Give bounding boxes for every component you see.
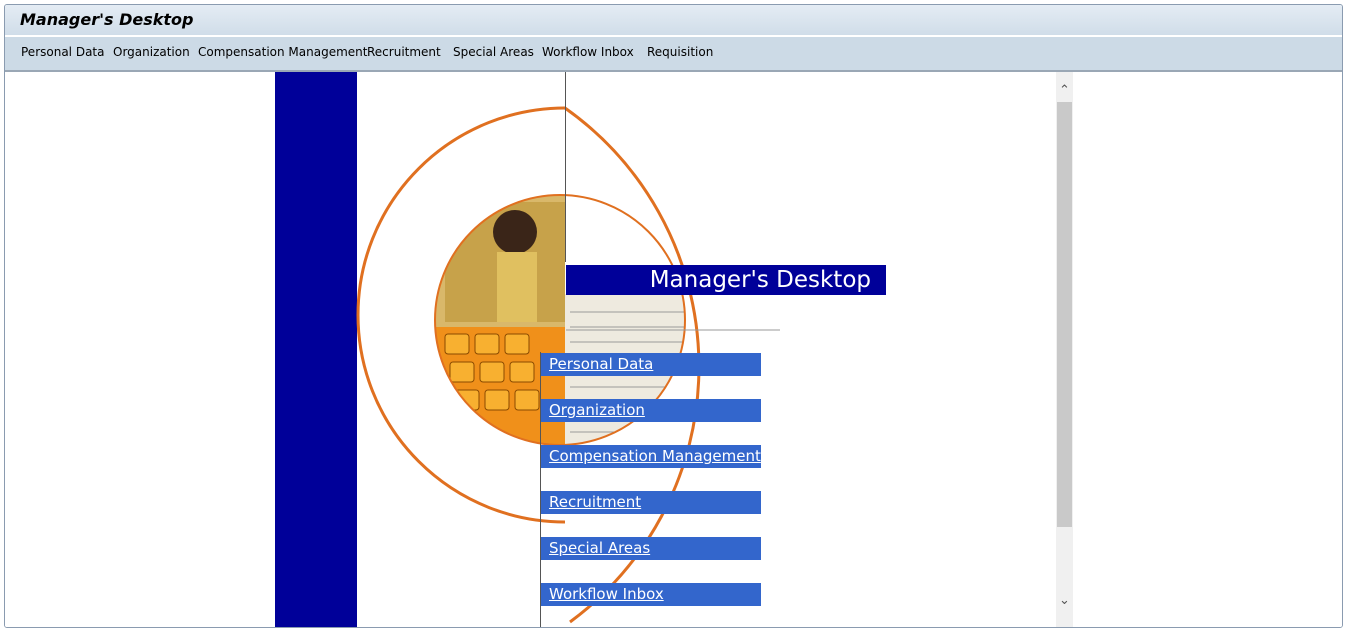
vertical-scrollbar[interactable]: ⌃ ⌄ (1056, 72, 1073, 627)
link-workflow-inbox[interactable]: Workflow Inbox (541, 583, 761, 606)
menu-item-organization[interactable]: Organization (113, 45, 190, 59)
menu-item-workflow-inbox[interactable]: Workflow Inbox (542, 45, 634, 59)
title-bar: Manager's Desktop (5, 5, 1342, 35)
menu-item-requisition[interactable]: Requisition (647, 45, 713, 59)
chevron-up-icon[interactable]: ⌃ (1056, 82, 1073, 100)
link-compensation-management[interactable]: Compensation Management (541, 445, 761, 468)
link-personal-data[interactable]: Personal Data (541, 353, 761, 376)
window-title: Manager's Desktop (20, 10, 194, 29)
hero-title: Manager's Desktop (566, 265, 886, 295)
link-organization[interactable]: Organization (541, 399, 761, 422)
main-content: Manager's Desktop Personal Data Organiza… (5, 72, 1342, 627)
menu-item-compensation-management[interactable]: Compensation Management (198, 45, 367, 59)
menu-bar: Personal Data Organization Compensation … (5, 37, 1342, 97)
app-window: Manager's Desktop Personal Data Organiza… (4, 4, 1343, 628)
menu-item-special-areas[interactable]: Special Areas (453, 45, 534, 59)
link-special-areas[interactable]: Special Areas (541, 537, 761, 560)
decorative-artwork (356, 106, 780, 624)
chevron-down-icon[interactable]: ⌄ (1056, 592, 1073, 610)
menu-item-personal-data[interactable]: Personal Data (21, 45, 104, 59)
menu-item-recruitment[interactable]: Recruitment (367, 45, 441, 59)
link-recruitment[interactable]: Recruitment (541, 491, 761, 514)
scrollbar-thumb[interactable] (1057, 102, 1072, 527)
divider-line-upper (565, 72, 566, 262)
